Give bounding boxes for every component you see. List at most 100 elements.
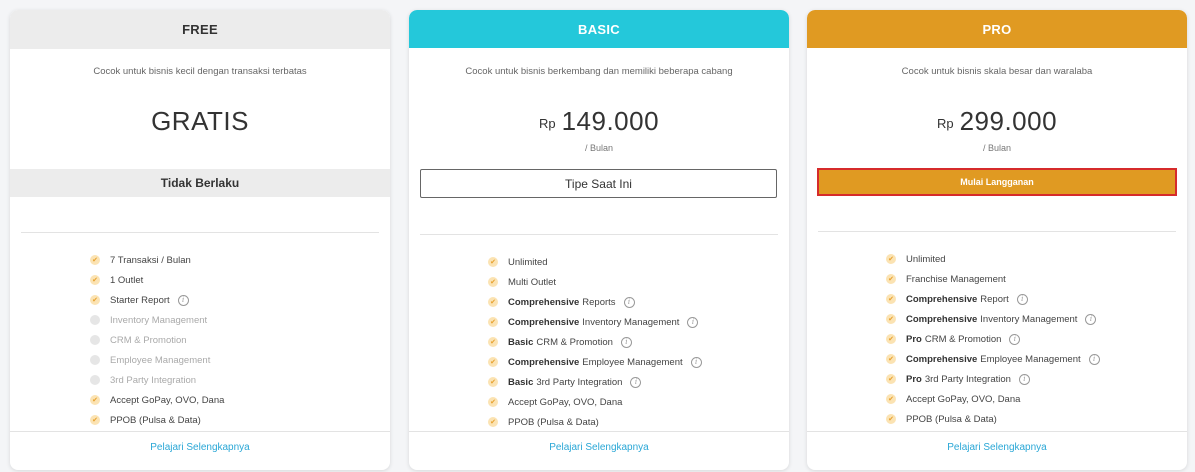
feature-item: ✔ Comprehensive Employee Management i: [886, 349, 1100, 369]
check-circle-icon: ✔: [488, 337, 498, 347]
feature-item: ✔ Franchise Management: [886, 269, 1100, 289]
plan-card-free: FREE Cocok untuk bisnis kecil dengan tra…: [10, 10, 390, 470]
current-plan-button[interactable]: Tipe Saat Ini: [420, 169, 777, 198]
feature-label: 7 Transaksi / Bulan: [110, 254, 191, 266]
learn-more-link-pro[interactable]: Pelajari Selengkapnya: [807, 442, 1187, 453]
start-subscription-button[interactable]: Mulai Langganan: [817, 168, 1177, 196]
plan-description-basic: Cocok untuk bisnis berkembang dan memili…: [465, 66, 733, 77]
feature-item: ✔ 7 Transaksi / Bulan: [90, 250, 224, 270]
check-circle-icon: ✔: [90, 395, 100, 405]
check-circle-icon: ✔: [886, 414, 896, 424]
check-circle-icon: ✔: [488, 357, 498, 367]
feature-item: ✔ Employee Management: [90, 350, 224, 370]
feature-item: ✔ Accept GoPay, OVO, Dana: [488, 392, 702, 412]
info-circle-icon[interactable]: i: [1016, 293, 1028, 305]
feature-tier-label: Pro: [906, 373, 922, 385]
feature-item: ✔ Basic CRM & Promotion i: [488, 332, 702, 352]
info-circle-icon[interactable]: i: [687, 316, 699, 328]
feature-label: PPOB (Pulsa & Data): [110, 414, 201, 426]
feature-label: Franchise Management: [906, 273, 1006, 285]
feature-item: ✔ Comprehensive Reports i: [488, 292, 702, 312]
plan-price-basic: Rp 149.000: [409, 106, 789, 137]
feature-item: ✔ Comprehensive Employee Management i: [488, 352, 702, 372]
feature-item: ✔ PPOB (Pulsa & Data): [488, 412, 702, 432]
feature-label: Reports: [582, 296, 616, 308]
check-circle-disabled-icon: ✔: [90, 355, 100, 365]
feature-item: ✔ Unlimited: [488, 252, 702, 272]
check-circle-icon: ✔: [886, 314, 896, 324]
feature-item: ✔ Accept GoPay, OVO, Dana: [886, 389, 1100, 409]
check-circle-icon: ✔: [90, 255, 100, 265]
check-circle-icon: ✔: [90, 415, 100, 425]
check-circle-icon: ✔: [488, 317, 498, 327]
check-circle-disabled-icon: ✔: [90, 315, 100, 325]
currency-label: Rp: [936, 116, 954, 131]
feature-tier-label: Comprehensive: [508, 356, 580, 368]
feature-label: Inventory Management: [980, 313, 1078, 325]
check-circle-icon: ✔: [886, 254, 896, 264]
price-period: / Bulan: [584, 143, 614, 153]
feature-tier-label: Pro: [906, 333, 922, 345]
info-circle-icon[interactable]: i: [1018, 373, 1030, 385]
check-circle-icon: ✔: [886, 394, 896, 404]
feature-label: PPOB (Pulsa & Data): [508, 416, 599, 428]
check-circle-icon: ✔: [488, 397, 498, 407]
feature-item: ✔ Accept GoPay, OVO, Dana: [90, 390, 224, 410]
feature-item: ✔ PPOB (Pulsa & Data): [90, 410, 224, 430]
info-circle-icon[interactable]: i: [620, 336, 632, 348]
info-circle-icon[interactable]: i: [690, 356, 702, 368]
currency-label: Rp: [538, 116, 556, 131]
check-circle-icon: ✔: [886, 274, 896, 284]
feature-label: Starter Report: [110, 294, 170, 306]
plan-description-free: Cocok untuk bisnis kecil dengan transaks…: [93, 66, 307, 77]
feature-label: 3rd Party Integration: [924, 373, 1011, 385]
price-amount: 149.000: [561, 106, 660, 136]
info-circle-icon[interactable]: i: [623, 296, 635, 308]
check-circle-disabled-icon: ✔: [90, 335, 100, 345]
not-applicable-button: Tidak Berlaku: [10, 169, 390, 197]
feature-label: Employee Management: [582, 356, 683, 368]
info-circle-icon[interactable]: i: [1088, 353, 1100, 365]
plan-title-pro: PRO: [807, 10, 1187, 48]
learn-more-link-basic[interactable]: Pelajari Selengkapnya: [409, 442, 789, 453]
feature-item: ✔ Comprehensive Inventory Management i: [488, 312, 702, 332]
feature-item: ✔ 1 Outlet: [90, 270, 224, 290]
info-circle-icon[interactable]: i: [177, 294, 189, 306]
feature-item: ✔ Comprehensive Inventory Management i: [886, 309, 1100, 329]
feature-list-free: ✔ 7 Transaksi / Bulan ✔ 1 Outlet ✔ Starter Re…: [90, 250, 224, 430]
feature-label: 3rd Party Integration: [110, 374, 197, 386]
feature-label: 3rd Party Integration: [536, 376, 623, 388]
feature-label: CRM & Promotion: [536, 336, 613, 348]
info-circle-icon[interactable]: i: [630, 376, 642, 388]
feature-item: ✔ Multi Outlet: [488, 272, 702, 292]
feature-label: PPOB (Pulsa & Data): [906, 413, 997, 425]
check-circle-icon: ✔: [886, 374, 896, 384]
feature-tier-label: Comprehensive: [508, 316, 580, 328]
feature-label: Accept GoPay, OVO, Dana: [110, 394, 225, 406]
feature-tier-label: Comprehensive: [508, 296, 580, 308]
feature-label: Inventory Management: [582, 316, 680, 328]
feature-item: ✔ Inventory Management: [90, 310, 224, 330]
check-circle-icon: ✔: [488, 417, 498, 427]
feature-tier-label: Basic: [508, 336, 534, 348]
feature-label: Unlimited: [508, 256, 548, 268]
info-circle-icon[interactable]: i: [1009, 333, 1021, 345]
feature-label: Accept GoPay, OVO, Dana: [508, 396, 623, 408]
feature-item: ✔ Pro 3rd Party Integration i: [886, 369, 1100, 389]
info-circle-icon[interactable]: i: [1085, 313, 1097, 325]
feature-label: CRM & Promotion: [110, 334, 187, 346]
feature-item: ✔ Starter Report i: [90, 290, 224, 310]
divider: [807, 431, 1187, 432]
check-circle-icon: ✔: [90, 295, 100, 305]
price-period: / Bulan: [982, 143, 1012, 153]
check-circle-icon: ✔: [886, 294, 896, 304]
feature-label: 1 Outlet: [110, 274, 144, 286]
feature-label: Employee Management: [110, 354, 211, 366]
plan-title-basic: BASIC: [409, 10, 789, 48]
plan-description-pro: Cocok untuk bisnis skala besar dan waral…: [901, 66, 1093, 77]
feature-tier-label: Comprehensive: [906, 293, 978, 305]
check-circle-icon: ✔: [488, 277, 498, 287]
feature-label: CRM & Promotion: [924, 333, 1002, 345]
learn-more-link-free[interactable]: Pelajari Selengkapnya: [10, 442, 390, 453]
price-amount: 299.000: [959, 106, 1058, 136]
